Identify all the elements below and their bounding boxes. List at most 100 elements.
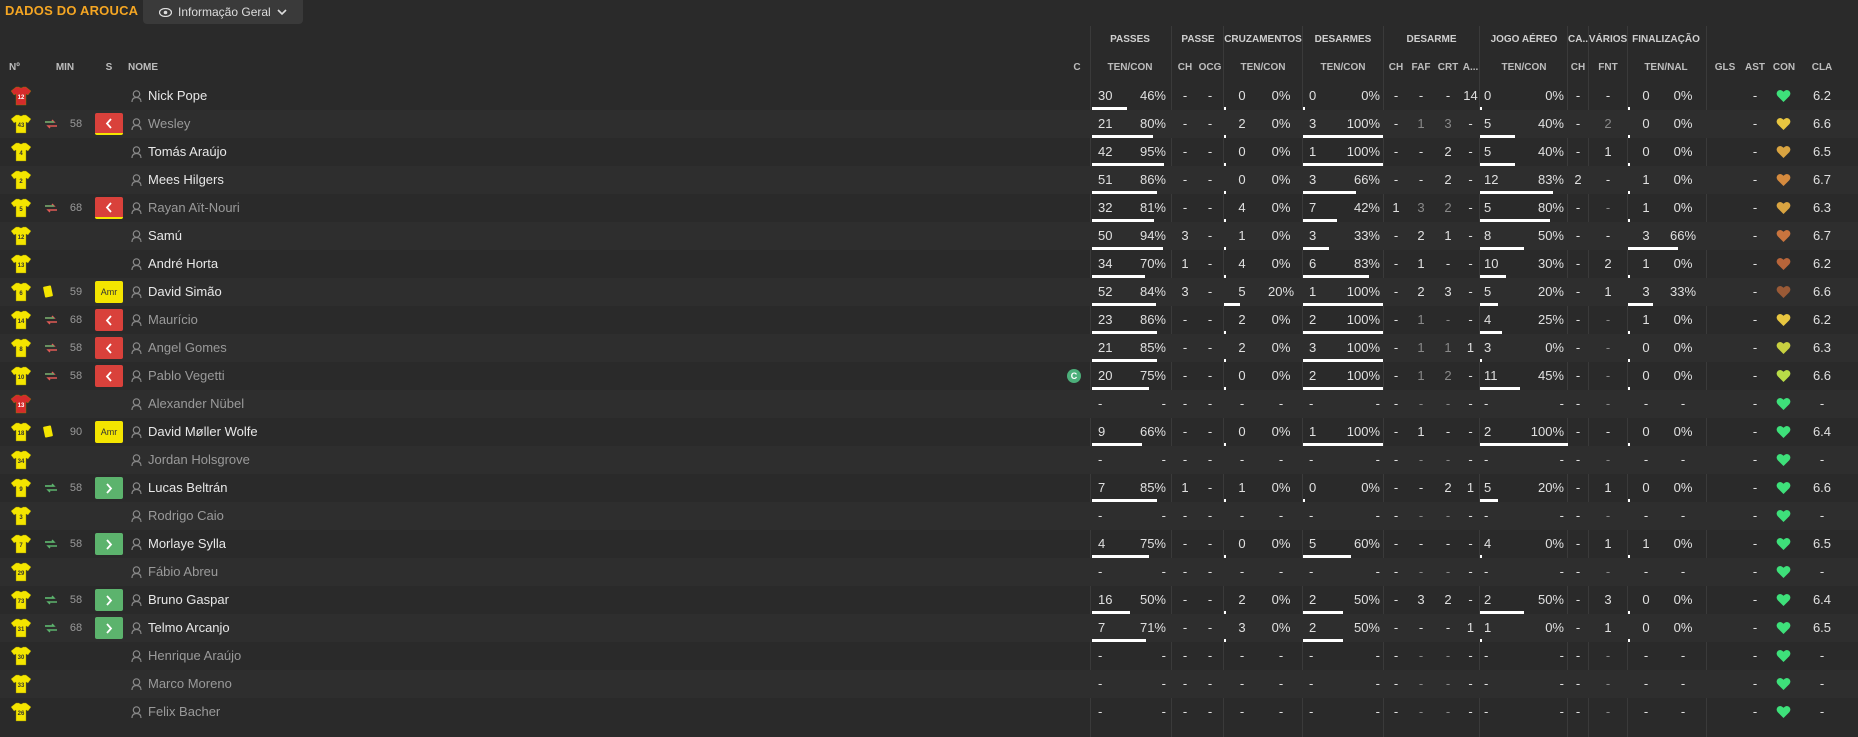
stat-cr-p: -: [1278, 704, 1284, 719]
table-row[interactable]: 6 59 Amr David Simão 52 84% 3-5 20% 1 100% -2 3-5…: [0, 278, 1858, 306]
table-row[interactable]: 30 Henrique Araújo - - - - - - - - - - - - - - - - - - - -: [0, 642, 1858, 670]
eye-icon: [159, 7, 172, 17]
player-name[interactable]: Alexander Nübel: [148, 390, 244, 418]
player-name[interactable]: Fábio Abreu: [148, 558, 218, 586]
col-cla[interactable]: CLA: [1808, 62, 1836, 73]
view-dropdown[interactable]: Informação Geral: [143, 0, 303, 24]
stat-de-t: 6: [1309, 256, 1317, 271]
stat-cr-p: -: [1278, 564, 1284, 579]
player-name[interactable]: Wesley: [148, 110, 190, 138]
stat-pch: -: [1182, 648, 1188, 663]
shirt-icon: 8: [10, 338, 32, 358]
col-con[interactable]: CON: [1770, 62, 1798, 73]
player-name[interactable]: Marco Moreno: [148, 670, 232, 698]
table-row[interactable]: 14 68 Maurício 23 86% - -2 0% 2 100% -1- -4 25% - -1…: [0, 306, 1858, 334]
table-row[interactable]: 34 Jordan Holsgrove - - - - - - - - - - - - - - - - - - - -: [0, 446, 1858, 474]
player-name[interactable]: Mees Hilgers: [148, 166, 224, 194]
table-row[interactable]: 3 Rodrigo Caio - - - - - - - - - - - - - - - - - - - -: [0, 502, 1858, 530]
col-ca-ch[interactable]: CH: [1568, 62, 1588, 73]
col-passes-ten-con[interactable]: TEN/CON: [1092, 62, 1168, 73]
table-row[interactable]: 4 Tomás Araújo 42 95% - -0 0% 1 100% - -2-5 40% -1 0…: [0, 138, 1858, 166]
col-desarme-faf[interactable]: FAF: [1408, 62, 1434, 73]
subbed-on-button[interactable]: [95, 477, 123, 499]
table-row[interactable]: 5 68 Rayan Aït-Nouri 32 81% - -4 0% 7 42% 1 3 2-5 8…: [0, 194, 1858, 222]
player-name[interactable]: David Simão: [148, 278, 222, 306]
player-name[interactable]: Samú: [148, 222, 182, 250]
player-name[interactable]: Maurício: [148, 306, 198, 334]
col-desarme-a[interactable]: A...: [1462, 62, 1479, 73]
player-name[interactable]: Angel Gomes: [148, 334, 227, 362]
table-row[interactable]: 33 Marco Moreno - - - - - - - - - - - - - - - - - - - -: [0, 670, 1858, 698]
player-name[interactable]: Nick Pope: [148, 82, 207, 110]
table-row[interactable]: 9 58 Lucas Beltrán 7 85% 1-1 0% 0 0% - -2 1 5 20% -1…: [0, 474, 1858, 502]
table-row[interactable]: 13 Alexander Nübel - - - - - - - - - - - - - - - - - - - -: [0, 390, 1858, 418]
col-des-ten-con[interactable]: TEN/CON: [1303, 62, 1383, 73]
table-row[interactable]: 18 90 Amr David Møller Wolfe 9 66% - -0 0% 1 100…: [0, 418, 1858, 446]
table-row[interactable]: 31 68 Telmo Arcanjo 7 71% - -3 0% 2 50% - - -1 1 0% -…: [0, 614, 1858, 642]
stat-gls: [1712, 82, 1738, 110]
yellow-card-badge[interactable]: Amr: [95, 421, 123, 443]
subbed-off-button[interactable]: [95, 113, 123, 135]
stat-gls: [1712, 558, 1738, 586]
player-name[interactable]: Lucas Beltrán: [148, 474, 228, 502]
col-cruz-ten-con[interactable]: TEN/CON: [1224, 62, 1302, 73]
player-name[interactable]: Rodrigo Caio: [148, 502, 224, 530]
player-name[interactable]: Henrique Araújo: [148, 642, 241, 670]
table-row[interactable]: 73 58 Bruno Gaspar 16 50% - -2 0% 2 50% -3 2-2 50%…: [0, 586, 1858, 614]
subbed-on-button[interactable]: [95, 589, 123, 611]
stat-fnt: -: [1605, 172, 1611, 187]
subbed-on-button[interactable]: [95, 617, 123, 639]
col-s[interactable]: S: [100, 62, 118, 73]
table-row[interactable]: 7 58 Morlaye Sylla 4 75% - -0 0% 5 60% - - - -4 0% -1…: [0, 530, 1858, 558]
col-min[interactable]: MIN: [50, 62, 80, 73]
col-desarme-ch[interactable]: CH: [1386, 62, 1406, 73]
col-passe-ocg[interactable]: OCG: [1197, 62, 1223, 73]
player-name[interactable]: Bruno Gaspar: [148, 586, 229, 614]
player-name[interactable]: Tomás Araújo: [148, 138, 227, 166]
player-name[interactable]: Telmo Arcanjo: [148, 614, 230, 642]
stat-fi-p: -: [1680, 452, 1686, 467]
col-gls[interactable]: GLS: [1712, 62, 1738, 73]
col-passe-ch[interactable]: CH: [1175, 62, 1195, 73]
table-row[interactable]: 29 Fábio Abreu - - - - - - - - - - - - - - - - - - - -: [0, 558, 1858, 586]
player-name[interactable]: Pablo Vegetti: [148, 362, 225, 390]
table-row[interactable]: 10 58 Pablo Vegetti C 20 75% - -0 0% 2 100% -1 2-1…: [0, 362, 1858, 390]
shirt-number: 13: [18, 403, 25, 409]
table-row[interactable]: 13 André Horta 34 70% 1-4 0% 6 83% -1- -10 30% -2 1…: [0, 250, 1858, 278]
heart-icon: [1776, 342, 1791, 354]
stat-ast: -: [1752, 228, 1758, 243]
player-name[interactable]: Morlaye Sylla: [148, 530, 226, 558]
table-row[interactable]: 43 58 Wesley 21 80% - -2 0% 3 100% -1 3-5 40% -2 0 0%…: [0, 110, 1858, 138]
stat-fi-t: 3: [1642, 228, 1650, 243]
col-num[interactable]: Nº: [9, 62, 20, 73]
stat-cr-t: 5: [1238, 284, 1246, 299]
player-name[interactable]: Jordan Holsgrove: [148, 446, 250, 474]
subbed-off-button[interactable]: [95, 337, 123, 359]
col-fnt[interactable]: FNT: [1594, 62, 1622, 73]
player-name[interactable]: Rayan Aït-Nouri: [148, 194, 240, 222]
col-aereo-ten-con[interactable]: TEN/CON: [1480, 62, 1568, 73]
col-desarme-crt[interactable]: CRT: [1435, 62, 1461, 73]
subbed-on-button[interactable]: [95, 533, 123, 555]
col-fin-ten-nal[interactable]: TEN/NAL: [1628, 62, 1704, 73]
chevron-right-icon: [106, 594, 113, 606]
col-ast[interactable]: AST: [1742, 62, 1768, 73]
table-row[interactable]: 26 Felix Bacher - - - - - - - - - - - - - - - - - - - -: [0, 698, 1858, 726]
table-row[interactable]: 12 Samú 50 94% 3-1 0% 3 33% -2 1-8 50% - -3 66% -6.7: [0, 222, 1858, 250]
substitution-icon: [45, 203, 57, 213]
table-row[interactable]: 2 Mees Hilgers 51 86% - -0 0% 3 66% - -2-12 83% 2-1…: [0, 166, 1858, 194]
subbed-off-button[interactable]: [95, 197, 123, 219]
subbed-off-button[interactable]: [95, 365, 123, 387]
col-c[interactable]: C: [1070, 62, 1084, 73]
col-nome[interactable]: NOME: [128, 62, 158, 73]
subbed-off-button[interactable]: [95, 309, 123, 331]
stat-ast: -: [1752, 200, 1758, 215]
stat-pas-p: 81%: [1139, 200, 1166, 215]
player-name[interactable]: André Horta: [148, 250, 218, 278]
player-name[interactable]: David Møller Wolfe: [148, 418, 258, 446]
player-name[interactable]: Felix Bacher: [148, 698, 220, 726]
table-row[interactable]: 12 Nick Pope 30 46% - -0 0% 0 0% - - -14 0 0% - -0 0% -6…: [0, 82, 1858, 110]
table-row[interactable]: 8 58 Angel Gomes 21 85% - -2 0% 3 100% -1 1 1 3 0% - -…: [0, 334, 1858, 362]
yellow-card-badge[interactable]: Amr: [95, 281, 123, 303]
stat-da: -: [1468, 452, 1473, 467]
